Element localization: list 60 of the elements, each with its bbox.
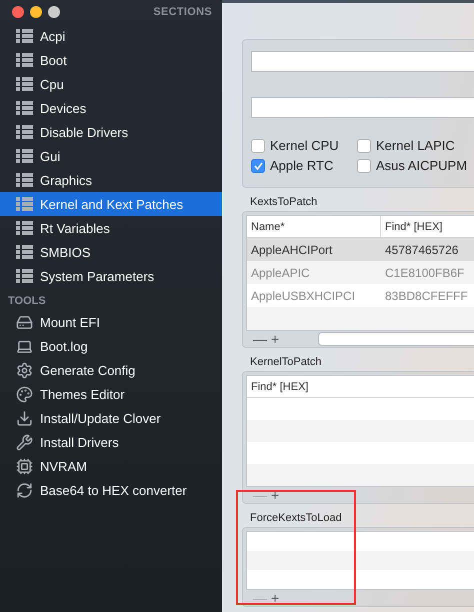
list-icon bbox=[16, 197, 33, 211]
remove-button[interactable]: — bbox=[252, 332, 268, 346]
palette-icon bbox=[16, 386, 33, 402]
sidebar-item[interactable]: Base64 to HEX converter bbox=[0, 478, 222, 502]
sidebar-item[interactable]: Install/Update Clover bbox=[0, 406, 222, 430]
checkbox[interactable]: Asus AICPUPM bbox=[357, 158, 474, 173]
gear-icon bbox=[16, 362, 33, 378]
minimize-button[interactable] bbox=[30, 6, 42, 18]
list-icon bbox=[16, 101, 33, 115]
sidebar-item[interactable]: Gui bbox=[0, 144, 222, 168]
check-icon bbox=[254, 162, 262, 170]
zoom-button[interactable] bbox=[48, 6, 60, 18]
sidebar-item[interactable]: Themes Editor bbox=[0, 382, 222, 406]
wrench-icon bbox=[16, 434, 33, 450]
list-icon bbox=[16, 77, 33, 91]
list-icon bbox=[16, 149, 33, 163]
list-icon bbox=[16, 173, 33, 187]
column-header[interactable]: Name* bbox=[247, 216, 381, 237]
column-header[interactable]: Find* [HEX] bbox=[381, 216, 474, 237]
table-title: ForceKextsToLoad bbox=[249, 511, 343, 526]
input-field[interactable] bbox=[251, 97, 474, 118]
sidebar-item[interactable]: System Parameters bbox=[0, 264, 222, 288]
download-icon bbox=[16, 410, 33, 426]
add-button[interactable]: + bbox=[270, 332, 280, 346]
chip-icon bbox=[16, 458, 33, 474]
sidebar-item[interactable]: Cpu bbox=[0, 72, 222, 96]
refresh-icon bbox=[16, 482, 33, 498]
search-field[interactable] bbox=[318, 332, 474, 346]
close-button[interactable] bbox=[12, 6, 24, 18]
section-heading: TOOLS bbox=[7, 294, 47, 309]
sidebar-item[interactable]: Disable Drivers bbox=[0, 120, 222, 144]
list-icon bbox=[16, 269, 33, 283]
checkbox[interactable]: Kernel LAPIC bbox=[357, 138, 474, 153]
list-icon bbox=[16, 245, 33, 259]
input-field[interactable] bbox=[251, 51, 474, 72]
sidebar-item[interactable]: Acpi bbox=[0, 24, 222, 48]
sidebar-item[interactable]: Install Drivers bbox=[0, 430, 222, 454]
sidebar-item[interactable]: Rt Variables bbox=[0, 216, 222, 240]
add-button[interactable]: + bbox=[270, 591, 280, 605]
column-header[interactable]: Find* [HEX] bbox=[247, 376, 474, 397]
checkbox[interactable]: Kernel CPU bbox=[251, 138, 357, 153]
checkbox[interactable]: Apple RTC bbox=[251, 158, 357, 173]
sidebar-item[interactable]: Devices bbox=[0, 96, 222, 120]
list-icon bbox=[16, 29, 33, 43]
list-icon bbox=[16, 53, 33, 67]
sidebar-item[interactable]: SMBIOS bbox=[0, 240, 222, 264]
sidebar-item[interactable]: Boot bbox=[0, 48, 222, 72]
list-icon bbox=[16, 221, 33, 235]
sidebar-item[interactable]: NVRAM bbox=[0, 454, 222, 478]
sidebar-item[interactable]: Boot.log bbox=[0, 334, 222, 358]
table-title: KernelToPatch bbox=[249, 355, 323, 370]
table-title: KextsToPatch bbox=[249, 195, 318, 210]
sidebar-item[interactable]: Generate Config bbox=[0, 358, 222, 382]
table-row[interactable]: AppleAHCIPort 45787465726 bbox=[247, 238, 474, 261]
add-button[interactable]: + bbox=[270, 488, 280, 502]
section-heading: SECTIONS bbox=[153, 6, 212, 18]
list-icon bbox=[16, 125, 33, 139]
sidebar-item[interactable]: Mount EFI bbox=[0, 310, 222, 334]
sidebar-item[interactable]: Kernel and Kext Patches bbox=[0, 192, 222, 216]
sidebar-item[interactable]: Graphics bbox=[0, 168, 222, 192]
